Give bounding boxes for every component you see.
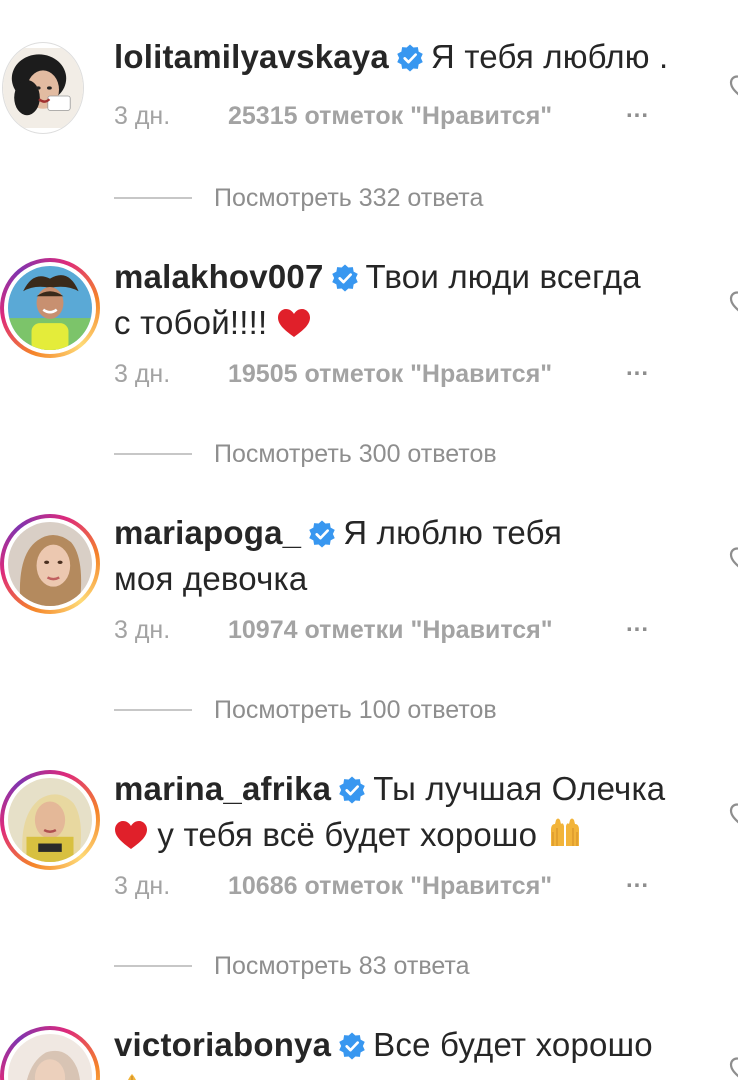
like-heart-outline-icon[interactable] [728,1054,738,1080]
more-options-button[interactable]: ... [626,604,649,644]
comment-text: malakhov007 Твои люди всегда с тобой!!!! [114,254,674,346]
comment-likes-count[interactable]: 10686 отметок "Нравится" [228,866,552,906]
view-replies[interactable]: Посмотреть 332 ответа [114,178,634,218]
verified-badge-icon [307,519,337,549]
folded-hands-emoji [114,1072,150,1080]
verified-badge-icon [337,775,367,805]
replies-divider [114,965,192,967]
avatar[interactable] [0,770,100,870]
raising-hands-emoji [547,816,583,850]
comment-text: marina_afrika Ты лучшая Олечка у тебя всё… [114,766,674,858]
avatar[interactable] [0,514,100,614]
like-heart-outline-icon[interactable] [728,72,738,102]
red-heart-emoji [114,820,148,850]
avatar[interactable] [2,42,84,134]
verified-badge-icon [395,43,425,73]
more-options-button[interactable]: ... [626,90,649,130]
comment-body-line2: у тебя всё будет хорошо [157,816,538,853]
avatar[interactable] [0,258,100,358]
comment-meta: 3 дн. 25315 отметок "Нравится" ... [114,96,654,136]
replies-divider [114,709,192,711]
comment-username[interactable]: mariapoga_ [114,514,301,551]
comment-username[interactable]: marina_afrika [114,770,331,807]
view-replies-link[interactable]: Посмотреть 100 ответов [214,690,497,730]
comment-meta: 3 дн. 10686 отметок "Нравится" ... [114,866,654,906]
like-heart-outline-icon[interactable] [728,800,738,830]
verified-badge-icon [330,263,360,293]
comment-meta: 3 дн. 19505 отметок "Нравится" ... [114,354,654,394]
comment-meta: 3 дн. 10974 отметки "Нравится" ... [114,610,654,650]
more-options-button[interactable]: ... [626,348,649,388]
comment-body-line2: с тобой!!!! [114,304,268,341]
more-options-button[interactable]: ... [626,860,649,900]
avatar-image [3,48,83,128]
comment-time: 3 дн. [114,872,171,900]
avatar-image [8,266,92,350]
comment-body: Все будет хорошо [373,1026,653,1063]
comment-body-line2: моя девочка [114,560,308,597]
comment-likes-count[interactable]: 19505 отметок "Нравится" [228,354,552,394]
comment-username[interactable]: victoriabonya [114,1026,331,1063]
avatar-image [8,778,92,862]
comment-body: Я тебя люблю . [430,38,669,75]
comment-body: Ты лучшая Олечка [373,770,666,807]
red-heart-emoji [277,308,311,338]
comment-username[interactable]: lolitamilyavskaya [114,38,389,75]
view-replies-link[interactable]: Посмотреть 332 ответа [214,178,483,218]
comment-body: Твои люди всегда [365,258,641,295]
view-replies[interactable]: Посмотреть 100 ответов [114,690,634,730]
comment-time: 3 дн. [114,616,171,644]
comment-username[interactable]: malakhov007 [114,258,324,295]
comment-text: victoriabonya Все будет хорошо [114,1022,674,1080]
comment-text: mariapoga_ Я люблю тебя моя девочка [114,510,674,602]
comment-text: lolitamilyavskaya Я тебя люблю . [114,34,674,80]
comment-likes-count[interactable]: 10974 отметки "Нравится" [228,610,553,650]
comment-time: 3 дн. [114,102,171,130]
like-heart-outline-icon[interactable] [728,288,738,318]
avatar-image [8,522,92,606]
replies-divider [114,453,192,455]
replies-divider [114,197,192,199]
view-replies[interactable]: Посмотреть 300 ответов [114,434,634,474]
view-replies-link[interactable]: Посмотреть 83 ответа [214,946,469,986]
like-heart-outline-icon[interactable] [728,544,738,574]
comment-body: Я люблю тебя [343,514,563,551]
view-replies-link[interactable]: Посмотреть 300 ответов [214,434,497,474]
comments-feed: lolitamilyavskaya Я тебя люблю . 3 дн. 25… [0,0,738,1080]
avatar-image [8,1034,92,1080]
comment-time: 3 дн. [114,360,171,388]
comment-likes-count[interactable]: 25315 отметок "Нравится" [228,96,552,136]
verified-badge-icon [337,1031,367,1061]
view-replies[interactable]: Посмотреть 83 ответа [114,946,634,986]
avatar[interactable] [0,1026,100,1080]
